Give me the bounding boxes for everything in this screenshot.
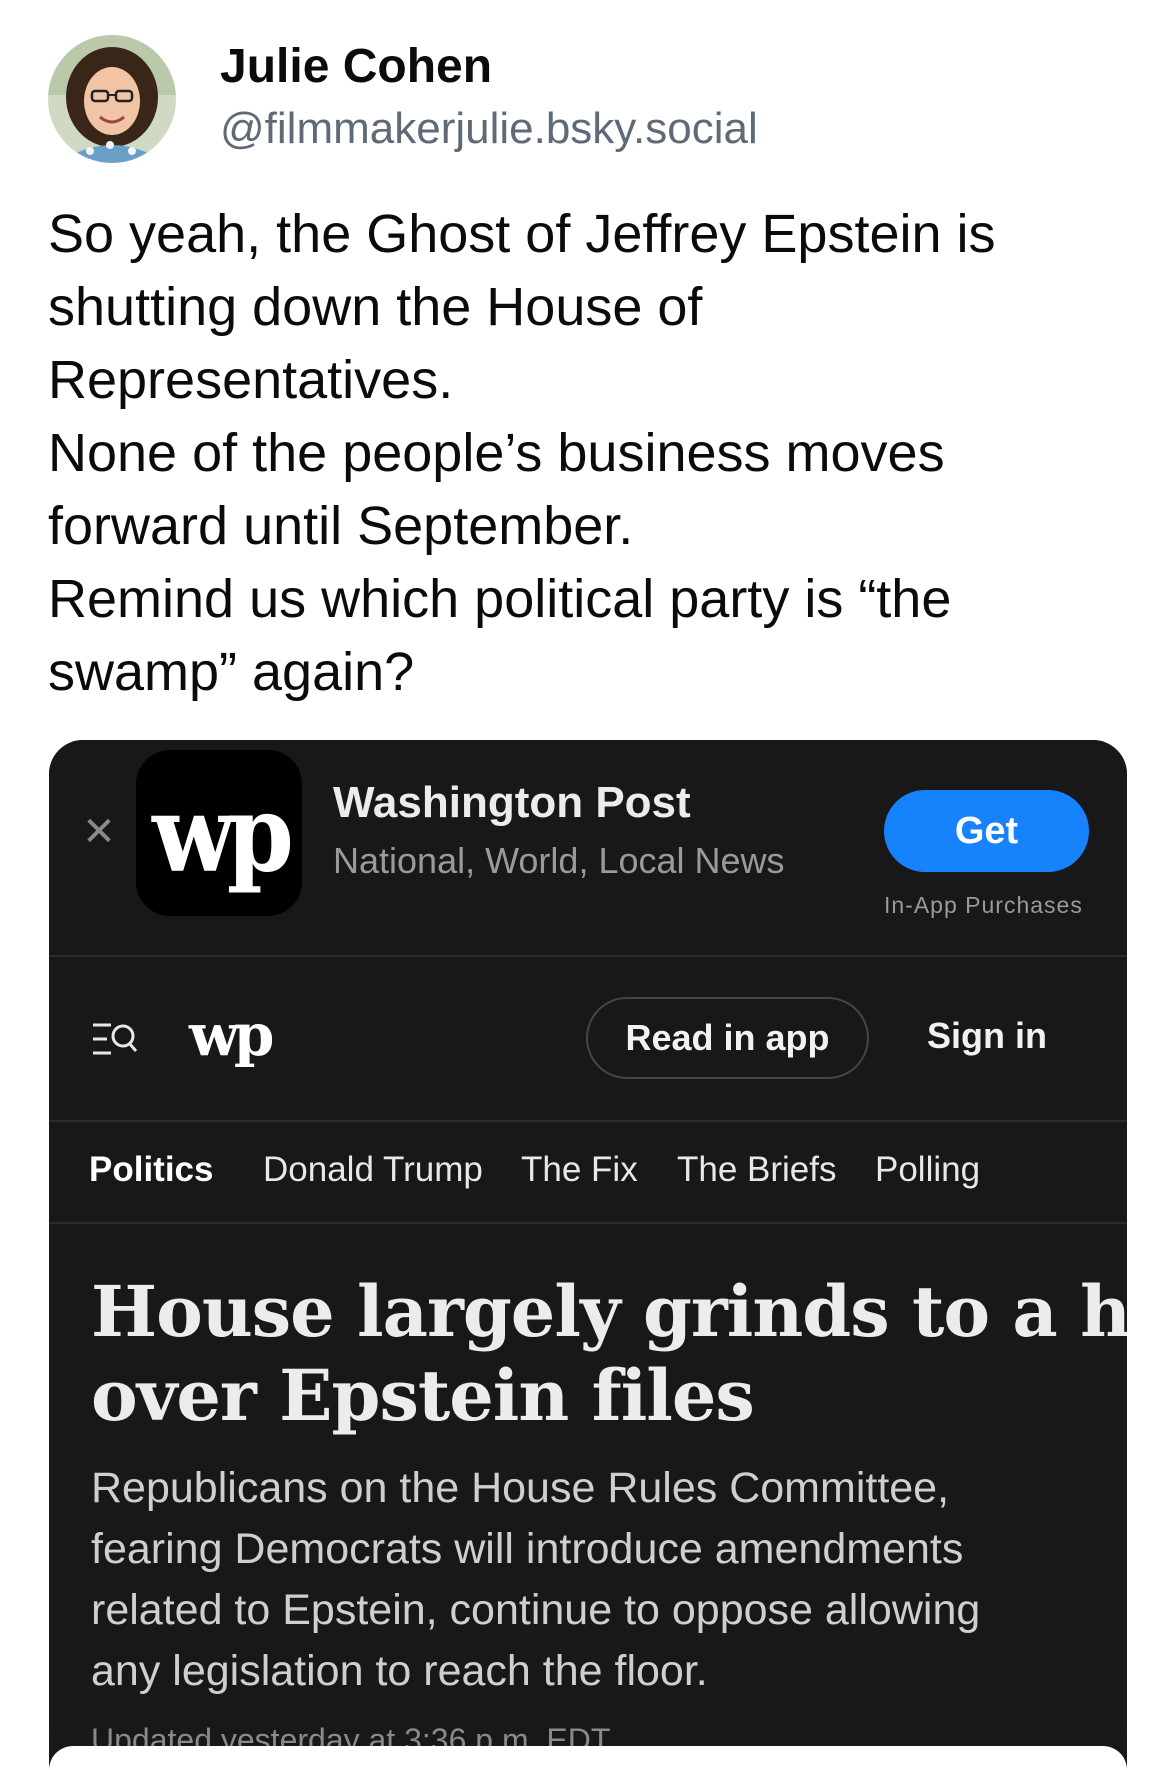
article-deck: Republicans on the House Rules Committee… xyxy=(91,1458,1101,1702)
deck-line: Republicans on the House Rules Committee… xyxy=(91,1464,950,1512)
read-in-app-button[interactable]: Read in app xyxy=(586,997,869,1079)
post-text-line: So yeah, the Ghost of Jeffrey Epstein is xyxy=(48,204,996,264)
get-button[interactable]: Get xyxy=(884,790,1089,872)
embedded-screenshot: ✕ wp Washington Post National, World, Lo… xyxy=(49,740,1127,1746)
tab-the-briefs[interactable]: The Briefs xyxy=(677,1150,837,1190)
article-timestamp: Updated yesterday at 3:36 p.m. EDT xyxy=(91,1722,611,1746)
close-icon[interactable]: ✕ xyxy=(79,812,119,852)
author-block: Julie Cohen @filmmakerjulie.bsky.social xyxy=(220,39,758,159)
post-text-line: Representatives. xyxy=(48,350,454,410)
section-tabs: Politics Donald Trump The Fix The Briefs… xyxy=(49,1122,1127,1224)
author-name[interactable]: Julie Cohen xyxy=(220,39,758,95)
wp-logo-text: wp xyxy=(152,770,294,896)
deck-line: fearing Democrats will introduce amendme… xyxy=(91,1525,964,1573)
tab-politics[interactable]: Politics xyxy=(89,1150,213,1190)
app-name: Washington Post xyxy=(333,778,691,827)
deck-line: related to Epstein, continue to oppose a… xyxy=(91,1586,981,1634)
post-text-line: None of the people’s business moves xyxy=(48,423,945,483)
post-text: So yeah, the Ghost of Jeffrey Epstein is… xyxy=(48,198,1128,709)
headline-line: House largely grinds to a halt xyxy=(91,1270,1127,1353)
wp-logo[interactable]: wp xyxy=(189,1001,275,1069)
post-text-line: Remind us which political party is “the xyxy=(48,569,952,629)
site-nav-bar: wp Read in app Sign in xyxy=(49,957,1127,1122)
post-text-line: shutting down the House of xyxy=(48,277,703,337)
avatar-image xyxy=(48,35,176,163)
avatar[interactable] xyxy=(48,35,176,163)
sign-in-link[interactable]: Sign in xyxy=(927,1015,1047,1057)
tab-the-fix[interactable]: The Fix xyxy=(521,1150,638,1190)
app-icon: wp xyxy=(136,750,302,916)
article-headline[interactable]: House largely grinds to a halt over Epst… xyxy=(91,1270,1127,1438)
menu-search-icon[interactable] xyxy=(91,1021,139,1057)
app-subtitle: National, World, Local News xyxy=(333,840,785,881)
deck-line: any legislation to reach the floor. xyxy=(91,1647,708,1695)
tab-donald-trump[interactable]: Donald Trump xyxy=(263,1150,483,1190)
post-header: Julie Cohen @filmmakerjulie.bsky.social xyxy=(48,34,758,164)
embedded-image[interactable]: ✕ wp Washington Post National, World, Lo… xyxy=(49,740,1127,1770)
post-text-line: swamp” again? xyxy=(48,642,415,702)
app-store-banner: ✕ wp Washington Post National, World, Lo… xyxy=(49,740,1127,957)
in-app-purchases-label: In-App Purchases xyxy=(884,892,1083,918)
tab-polling[interactable]: Polling xyxy=(875,1150,980,1190)
author-handle[interactable]: @filmmakerjulie.bsky.social xyxy=(220,99,758,159)
headline-line: over Epstein files xyxy=(91,1354,755,1437)
post-text-line: forward until September. xyxy=(48,496,634,556)
